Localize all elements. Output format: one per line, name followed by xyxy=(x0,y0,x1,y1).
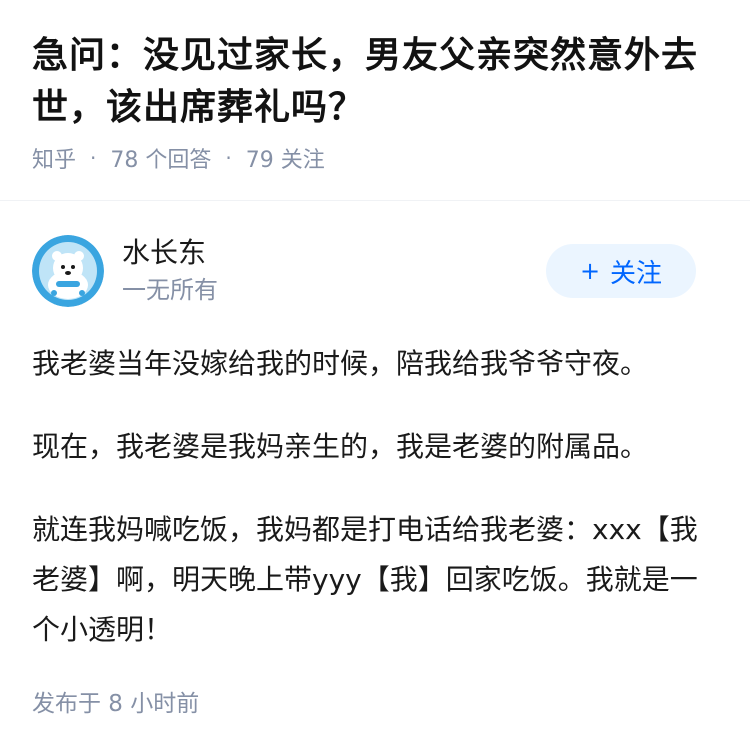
separator-dot: · xyxy=(225,146,232,170)
avatar[interactable] xyxy=(32,235,104,307)
answer-count[interactable]: 78 个回答 xyxy=(110,142,211,174)
source-label[interactable]: 知乎 xyxy=(32,142,76,174)
question-title[interactable]: 急问：没见过家长，男友父亲突然意外去世，该出席葬礼吗？ xyxy=(32,30,718,134)
author-bio: 一无所有 xyxy=(122,276,218,304)
answer-content[interactable]: 我老婆当年没嫁给我的时候，陪我给我爷爷守夜。 现在，我老婆是我妈亲生的，我是老婆… xyxy=(32,339,718,655)
answer-card: 水长东 一无所有 + 关注 我老婆当年没嫁给我的时候，陪我给我爷爷守夜。 现在，… xyxy=(0,223,750,655)
content-paragraph: 现在，我老婆是我妈亲生的，我是老婆的附属品。 xyxy=(32,430,649,463)
follow-button[interactable]: + 关注 xyxy=(546,244,696,298)
author-info: 水长东 一无所有 xyxy=(122,235,218,307)
content-paragraph: 我老婆当年没嫁给我的时候，陪我给我爷爷守夜。 xyxy=(32,347,649,380)
plus-icon: + xyxy=(579,257,601,285)
follow-button-label: 关注 xyxy=(610,258,663,289)
follow-count: 79 关注 xyxy=(245,148,325,173)
question-header: 急问：没见过家长，男友父亲突然意外去世，该出席葬礼吗？ 知乎 · 78 个回答 … xyxy=(0,0,750,173)
separator-dot: · xyxy=(90,146,97,170)
publish-time: 发布于 8 小时前 xyxy=(32,691,200,717)
author-row: 水长东 一无所有 + 关注 xyxy=(32,223,718,319)
content-paragraph: 就连我妈喊吃饭，我妈都是打电话给我老婆：xxx【我老婆】啊，明天晚上带yyy【我… xyxy=(32,513,698,646)
section-divider xyxy=(0,200,750,201)
avatar-bear-icon xyxy=(32,235,104,307)
author-name[interactable]: 水长东 xyxy=(122,235,218,271)
question-meta: 知乎 · 78 个回答 · 79 关注 xyxy=(32,142,718,174)
